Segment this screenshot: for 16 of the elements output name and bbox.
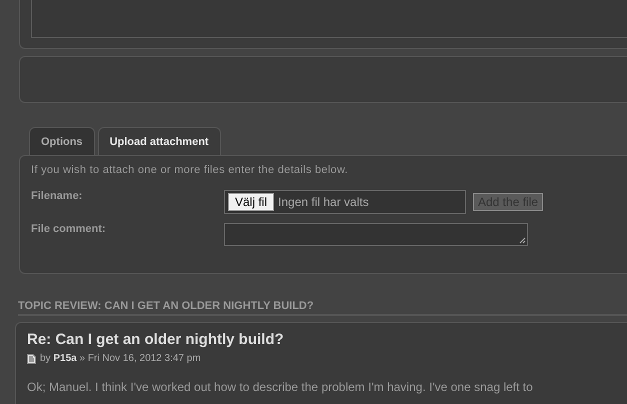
post-title[interactable]: Re: Can I get an older nightly build? <box>27 331 627 348</box>
message-box[interactable] <box>31 0 627 38</box>
file-input[interactable]: Välj fil Ingen fil har valts <box>224 190 466 214</box>
tab[interactable]: Options <box>29 127 95 155</box>
post-text: Ok; Manuel. I think I've worked out how to describe the problem I'm having. I've one snag left to <box>27 380 534 394</box>
file-status: Ingen fil har valts <box>278 195 369 209</box>
document-icon[interactable] <box>27 354 36 364</box>
upload-instructions: If you wish to attach one or more files enter the details below. <box>31 164 349 176</box>
file-comment-label: File comment: <box>31 223 107 235</box>
section-heading: TOPIC REVIEW: CAN I GET AN OLDER NIGHTLY BUILD? <box>18 300 627 316</box>
filename-label: Filename: <box>31 190 84 202</box>
comment-field[interactable] <box>224 223 528 246</box>
choose-file-button[interactable]: Välj fil <box>228 193 274 211</box>
resize-grip-icon <box>519 237 526 244</box>
post-meta: by P15a » Fri Nov 16, 2012 3:47 pm <box>40 353 201 364</box>
tab[interactable]: Upload attachment <box>98 127 221 155</box>
